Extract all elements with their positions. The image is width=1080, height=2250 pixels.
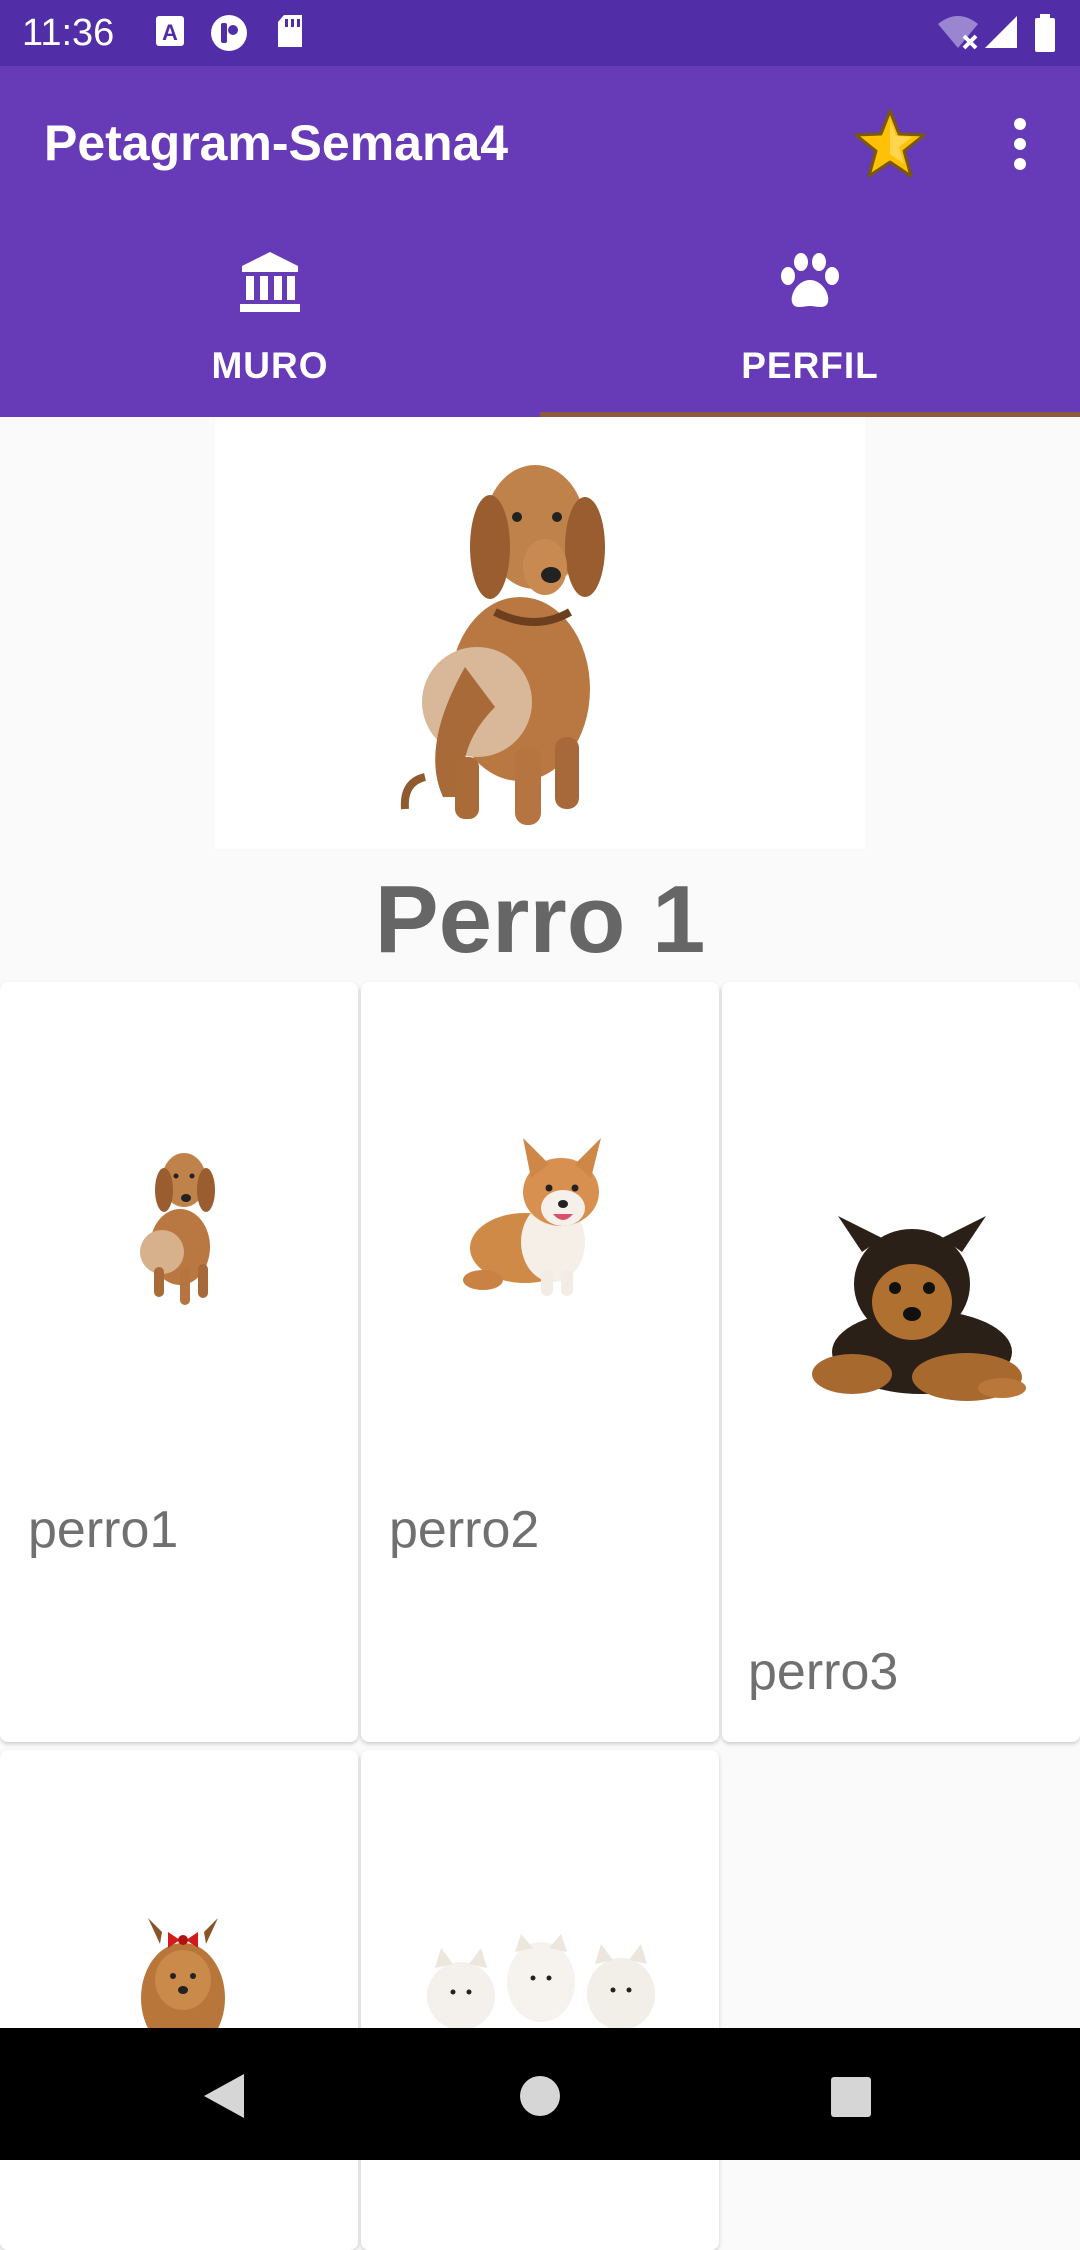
more-vert-icon[interactable] — [1000, 114, 1040, 174]
sd-card-icon — [278, 15, 302, 47]
pet-card-label: perro1 — [28, 1501, 179, 1559]
a-notification-icon: A — [156, 16, 184, 46]
corgi-thumbnail — [463, 1138, 601, 1296]
battery-icon — [1035, 14, 1055, 52]
yorkie-thumbnail — [812, 1216, 1026, 1401]
app-title: Petagram-Semana4 — [44, 115, 509, 171]
pet-card-label: perro3 — [748, 1643, 899, 1701]
star-icon[interactable] — [852, 106, 928, 182]
profile-name: Perro 1 — [374, 866, 706, 973]
tab-perfil[interactable]: PERFIL — [540, 220, 1080, 417]
paw-icon — [781, 253, 839, 307]
museum-icon — [240, 252, 300, 312]
wifi-off-icon — [938, 16, 978, 50]
record-icon — [211, 15, 247, 51]
status-time: 11:36 — [22, 12, 115, 54]
home-icon[interactable] — [518, 2074, 562, 2118]
pet-card[interactable]: perro1 — [0, 982, 358, 1742]
profile-photo — [215, 417, 865, 849]
status-bar: 11:36 A — [0, 0, 1080, 66]
svg-text:A: A — [162, 20, 178, 45]
dachshund-image — [400, 465, 605, 825]
tab-muro-label: MURO — [211, 345, 329, 386]
tab-muro[interactable]: MURO — [0, 220, 540, 417]
pet-card[interactable]: perro3 — [722, 982, 1080, 1742]
pet-card[interactable]: perro2 — [361, 982, 719, 1742]
app-bar: Petagram-Semana4 — [0, 66, 1080, 220]
back-icon[interactable] — [200, 2072, 246, 2120]
navigation-bar — [0, 2028, 1080, 2160]
signal-icon — [985, 16, 1017, 48]
pet-card[interactable] — [0, 1750, 358, 2250]
pet-card-label: perro2 — [389, 1501, 540, 1559]
dachshund-thumbnail — [140, 1153, 215, 1305]
tab-perfil-label: PERFIL — [741, 345, 879, 386]
recents-icon[interactable] — [830, 2076, 872, 2118]
tab-bar: MURO PERFIL — [0, 220, 1080, 417]
pet-card[interactable] — [361, 1750, 719, 2250]
westie-puppies-thumbnail — [427, 1934, 655, 2030]
